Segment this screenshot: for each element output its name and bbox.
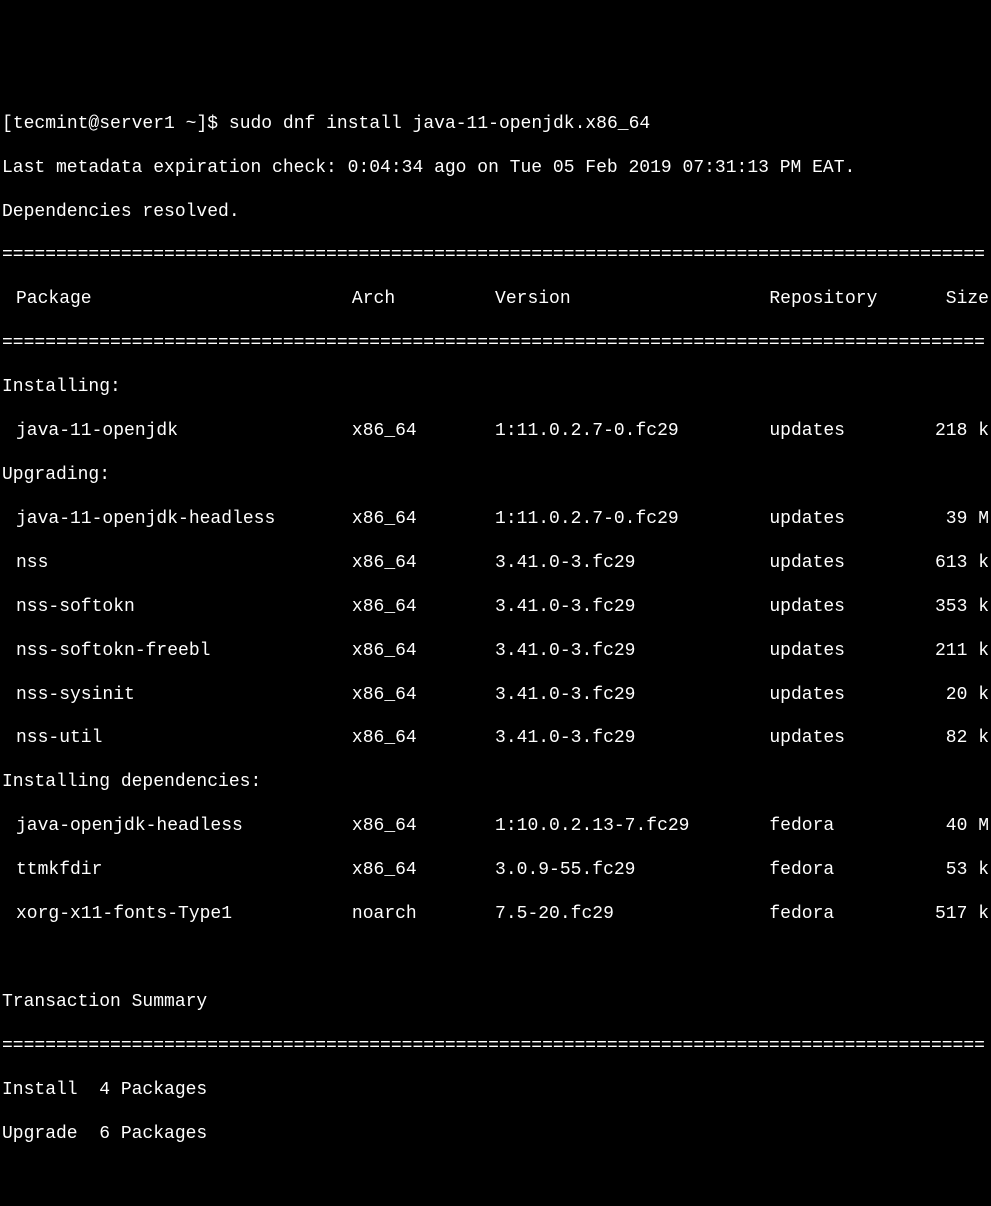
metadata-line: Last metadata expiration check: 0:04:34 … xyxy=(2,158,989,180)
pkg-size: 39 M xyxy=(929,509,989,531)
pkg-name: nss-util xyxy=(2,728,352,750)
header-version: Version xyxy=(495,289,769,311)
pkg-arch: x86_64 xyxy=(352,816,495,838)
pkg-arch: x86_64 xyxy=(352,685,495,707)
section-upgrading: Upgrading: xyxy=(2,465,989,487)
pkg-name: xorg-x11-fonts-Type1 xyxy=(2,904,352,926)
divider-top: ========================================… xyxy=(2,245,989,267)
pkg-arch: noarch xyxy=(352,904,495,926)
table-row: java-11-openjdk-headlessx86_641:11.0.2.7… xyxy=(2,509,989,531)
pkg-size: 613 k xyxy=(929,553,989,575)
header-arch: Arch xyxy=(352,289,495,311)
pkg-size: 20 k xyxy=(929,685,989,707)
prompt-open-bracket: [ xyxy=(2,114,13,134)
pkg-name: nss-sysinit xyxy=(2,685,352,707)
pkg-size: 218 k xyxy=(929,421,989,443)
pkg-repo: fedora xyxy=(769,816,929,838)
pkg-name: nss-softokn xyxy=(2,597,352,619)
pkg-repo: updates xyxy=(769,509,929,531)
prompt-symbol: $ xyxy=(207,114,218,134)
section-installing: Installing: xyxy=(2,377,989,399)
pkg-version: 3.41.0-3.fc29 xyxy=(495,597,769,619)
divider-header: ========================================… xyxy=(2,333,989,355)
upgrade-summary: Upgrade 6 Packages xyxy=(2,1124,989,1146)
pkg-arch: x86_64 xyxy=(352,509,495,531)
pkg-version: 3.41.0-3.fc29 xyxy=(495,553,769,575)
table-row: java-openjdk-headlessx86_641:10.0.2.13-7… xyxy=(2,816,989,838)
blank-line xyxy=(2,948,989,970)
table-row: java-11-openjdkx86_641:11.0.2.7-0.fc29up… xyxy=(2,421,989,443)
pkg-repo: fedora xyxy=(769,860,929,882)
pkg-name: java-11-openjdk-headless xyxy=(2,509,352,531)
pkg-version: 7.5-20.fc29 xyxy=(495,904,769,926)
pkg-repo: fedora xyxy=(769,904,929,926)
pkg-size: 53 k xyxy=(929,860,989,882)
pkg-name: nss-softokn-freebl xyxy=(2,641,352,663)
pkg-arch: x86_64 xyxy=(352,553,495,575)
deps-resolved: Dependencies resolved. xyxy=(2,202,989,224)
pkg-size: 517 k xyxy=(929,904,989,926)
transaction-summary-header: Transaction Summary xyxy=(2,992,989,1014)
pkg-version: 1:11.0.2.7-0.fc29 xyxy=(495,421,769,443)
pkg-name: nss xyxy=(2,553,352,575)
table-row: nss-utilx86_643.41.0-3.fc29updates 82 k xyxy=(2,728,989,750)
pkg-name: ttmkfdir xyxy=(2,860,352,882)
pkg-version: 1:11.0.2.7-0.fc29 xyxy=(495,509,769,531)
pkg-repo: updates xyxy=(769,685,929,707)
pkg-repo: updates xyxy=(769,641,929,663)
header-package: Package xyxy=(2,289,352,311)
pkg-name: java-openjdk-headless xyxy=(2,816,352,838)
terminal-output: [tecmint@server1 ~]$ sudo dnf install ja… xyxy=(2,92,989,1206)
pkg-arch: x86_64 xyxy=(352,860,495,882)
pkg-version: 3.41.0-3.fc29 xyxy=(495,641,769,663)
table-row: nss-softoknx86_643.41.0-3.fc29updates353… xyxy=(2,597,989,619)
pkg-arch: x86_64 xyxy=(352,641,495,663)
pkg-version: 3.0.9-55.fc29 xyxy=(495,860,769,882)
prompt-line: [tecmint@server1 ~]$ sudo dnf install ja… xyxy=(2,114,989,136)
prompt-command: sudo dnf install java-11-openjdk.x86_64 xyxy=(229,114,650,134)
table-row: ttmkfdirx86_643.0.9-55.fc29fedora 53 k xyxy=(2,860,989,882)
header-repository: Repository xyxy=(769,289,929,311)
pkg-version: 3.41.0-3.fc29 xyxy=(495,728,769,750)
pkg-repo: updates xyxy=(769,728,929,750)
prompt-close-bracket: ] xyxy=(196,114,207,134)
divider-summary: ========================================… xyxy=(2,1036,989,1058)
pkg-size: 82 k xyxy=(929,728,989,750)
table-header-row: PackageArchVersionRepositorySize xyxy=(2,289,989,311)
section-installing-deps: Installing dependencies: xyxy=(2,772,989,794)
pkg-repo: updates xyxy=(769,597,929,619)
header-size: Size xyxy=(929,289,989,311)
pkg-arch: x86_64 xyxy=(352,728,495,750)
table-row: nss-softokn-freeblx86_643.41.0-3.fc29upd… xyxy=(2,641,989,663)
prompt-path: ~ xyxy=(186,114,197,134)
pkg-repo: updates xyxy=(769,553,929,575)
pkg-arch: x86_64 xyxy=(352,597,495,619)
prompt-userhost: tecmint@server1 xyxy=(13,114,175,134)
pkg-name: java-11-openjdk xyxy=(2,421,352,443)
install-summary: Install 4 Packages xyxy=(2,1080,989,1102)
blank-line xyxy=(2,1168,989,1190)
pkg-arch: x86_64 xyxy=(352,421,495,443)
pkg-size: 353 k xyxy=(929,597,989,619)
pkg-size: 211 k xyxy=(929,641,989,663)
pkg-version: 1:10.0.2.13-7.fc29 xyxy=(495,816,769,838)
pkg-size: 40 M xyxy=(929,816,989,838)
table-row: xorg-x11-fonts-Type1noarch7.5-20.fc29fed… xyxy=(2,904,989,926)
pkg-version: 3.41.0-3.fc29 xyxy=(495,685,769,707)
table-row: nssx86_643.41.0-3.fc29updates613 k xyxy=(2,553,989,575)
table-row: nss-sysinitx86_643.41.0-3.fc29updates 20… xyxy=(2,685,989,707)
pkg-repo: updates xyxy=(769,421,929,443)
